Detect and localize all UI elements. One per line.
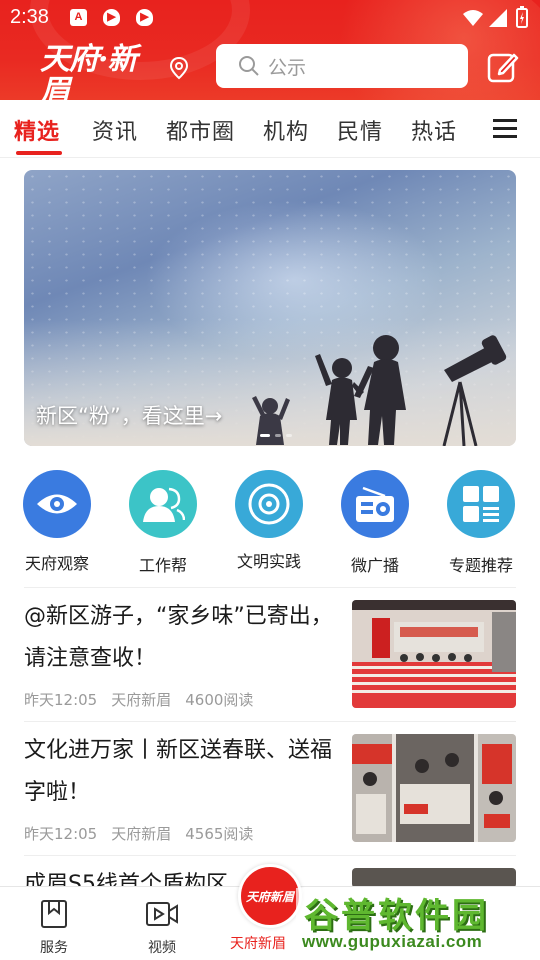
tab-featured[interactable]: 精选 xyxy=(14,114,60,146)
video-icon xyxy=(146,902,178,926)
tab-hot-topics[interactable]: 热话 xyxy=(411,114,457,146)
status-time: 2:38 xyxy=(10,6,49,28)
article-thumbnail xyxy=(352,868,516,888)
banner-pager xyxy=(260,434,292,437)
watermark-title: 谷普软件园 xyxy=(304,896,489,936)
signal-icon xyxy=(489,9,507,27)
app-header: 2:38 A ▶ ▶ 天府·新眉 ━━━━━━━━━━━━━━ 公示 xyxy=(0,0,540,100)
tab-institutions[interactable]: 机构 xyxy=(263,114,309,146)
article-meta: 昨天12:05 天府新眉 4565阅读 xyxy=(24,823,267,844)
quick-link-label: 天府观察 xyxy=(24,554,89,573)
quick-link-tianfu-observe[interactable]: 天府观察 xyxy=(9,470,105,574)
pager-dot xyxy=(260,434,270,437)
edit-icon[interactable] xyxy=(486,50,520,84)
quick-link-work-help[interactable]: 工作帮 xyxy=(115,470,211,576)
radio-icon xyxy=(341,470,409,538)
article-item[interactable]: 文化进万家丨新区送春联、送福字啦！ 昨天12:05 天府新眉 4565阅读 xyxy=(24,721,516,855)
status-bar: 2:38 A ▶ ▶ xyxy=(0,0,540,36)
quick-link-topics[interactable]: 专题推荐 xyxy=(433,470,529,576)
notification-a-icon: A xyxy=(70,9,87,26)
nav-service[interactable]: 服务 xyxy=(14,899,94,957)
location-icon[interactable] xyxy=(168,56,190,80)
watermark-url: www.gupuxiazai.com xyxy=(302,932,483,951)
article-source: 天府新眉 xyxy=(111,691,172,709)
active-tab-indicator xyxy=(16,151,62,155)
notification-play-icon: ▶ xyxy=(136,9,153,26)
battery-icon xyxy=(516,6,528,28)
quick-link-label: 文明实践 xyxy=(236,552,301,571)
nav-video[interactable]: 视频 xyxy=(122,899,202,957)
article-title: @新区游子，“家乡味”已寄出，请注意查收！ xyxy=(24,604,333,671)
tab-news[interactable]: 资讯 xyxy=(92,114,138,146)
service-icon xyxy=(41,900,67,928)
quick-link-label: 专题推荐 xyxy=(448,556,513,575)
tab-metro[interactable]: 都市圈 xyxy=(166,114,235,146)
quick-link-label: 微广播 xyxy=(350,556,399,575)
article-thumbnail xyxy=(352,734,516,842)
pager-dot xyxy=(286,434,292,437)
home-logo-icon: 天府新眉 xyxy=(245,889,294,904)
eye-icon xyxy=(23,470,91,538)
wifi-icon xyxy=(463,10,483,26)
target-icon xyxy=(235,470,303,538)
quick-link-label: 工作帮 xyxy=(138,556,187,575)
article-reads: 4600阅读 xyxy=(185,691,254,709)
users-icon xyxy=(129,470,197,538)
article-source: 天府新眉 xyxy=(111,825,172,843)
banner-carousel[interactable]: 新区“粉”，看这里→ xyxy=(24,170,516,446)
nav-label: 视频 xyxy=(148,940,176,956)
tab-public-opinion[interactable]: 民情 xyxy=(337,114,383,146)
search-placeholder: 公示 xyxy=(268,56,307,79)
grid-icon xyxy=(447,470,515,538)
menu-icon[interactable] xyxy=(492,118,518,140)
article-reads: 4565阅读 xyxy=(185,825,254,843)
article-time: 昨天12:05 xyxy=(24,825,98,843)
nav-label: 服务 xyxy=(40,940,68,956)
quick-link-micro-broadcast[interactable]: 微广播 xyxy=(327,470,423,576)
quick-link-civilization-practice[interactable]: 文明实践 xyxy=(221,470,317,572)
banner-title: 新区“粉”，看这里→ xyxy=(36,404,223,428)
site-watermark: 谷普软件园 www.gupuxiazai.com xyxy=(296,888,540,960)
nav-home-label: 天府新眉 xyxy=(230,936,286,952)
home-logo-button[interactable]: 天府新眉 xyxy=(238,864,302,928)
category-tabs: 精选 资讯 都市圈 机构 民情 热话 xyxy=(0,100,540,158)
article-thumbnail xyxy=(352,600,516,708)
search-icon xyxy=(239,56,259,76)
article-title: 文化进万家丨新区送春联、送福字啦！ xyxy=(24,738,333,805)
pager-dot xyxy=(275,434,281,437)
article-time: 昨天12:05 xyxy=(24,691,98,709)
app-logo: 天府·新眉 ━━━━━━━━━━━━━━ xyxy=(40,44,152,101)
article-meta: 昨天12:05 天府新眉 4600阅读 xyxy=(24,689,267,710)
logo-text: 天府·新眉 xyxy=(40,42,137,101)
notification-shield-icon: ▶ xyxy=(103,9,120,26)
search-bar[interactable]: 公示 xyxy=(216,44,468,88)
article-item[interactable]: @新区游子，“家乡味”已寄出，请注意查收！ 昨天12:05 天府新眉 4600阅读 xyxy=(24,587,516,721)
